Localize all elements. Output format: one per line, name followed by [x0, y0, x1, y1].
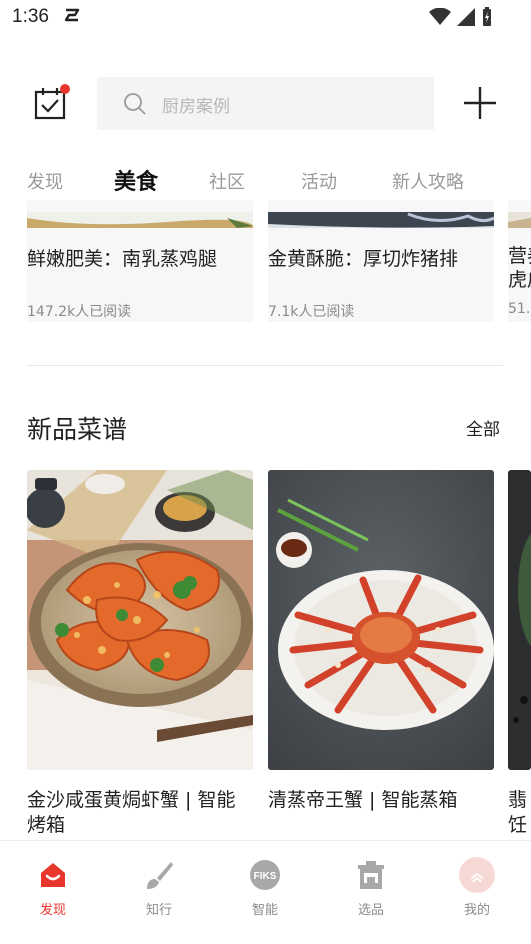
section-divider — [27, 365, 503, 366]
search-icon — [124, 93, 146, 115]
recipe-title: 清蒸帝王蟹 | 智能蒸箱 — [268, 789, 458, 811]
recipe-title: 翡 饪 — [508, 789, 528, 836]
featured-card-reads: 147.2k人已阅读 — [27, 304, 132, 320]
plus-icon — [464, 87, 496, 119]
calendar-check-icon — [34, 84, 70, 120]
wifi-icon — [429, 8, 451, 25]
recipe-card[interactable]: 金沙咸蛋黄焗虾蟹 | 智能烤箱 — [27, 470, 253, 840]
nav-label: 我的 — [463, 903, 490, 918]
nav-label: 智能 — [251, 903, 278, 918]
tab-newbie-guide[interactable]: 新人攻略 — [392, 168, 464, 194]
nav-item-shop[interactable]: 选品 — [331, 855, 411, 925]
nav-item-smart[interactable]: FIKS 智能 — [225, 855, 305, 925]
shop-icon — [358, 861, 384, 889]
status-time: 1:36 — [12, 6, 49, 27]
nav-label: 知行 — [145, 903, 172, 918]
featured-card[interactable]: 营养 虎皮 51.7 — [508, 200, 531, 322]
featured-card-title: 金黄酥脆：厚切炸猪排 — [268, 248, 459, 270]
nav-item-profile[interactable]: 我的 — [437, 855, 517, 925]
status-bar: 1:36 — [0, 0, 531, 36]
recipe-card[interactable]: 翡 饪 — [508, 470, 531, 840]
avatar-icon — [459, 857, 495, 893]
search-input[interactable]: 厨房案例 — [97, 77, 434, 130]
featured-card[interactable]: 金黄酥脆：厚切炸猪排 7.1k人已阅读 — [268, 200, 494, 322]
recipe-image — [508, 470, 531, 770]
featured-card-image — [27, 212, 253, 228]
featured-card-reads: 7.1k人已阅读 — [268, 304, 355, 320]
recipe-title: 金沙咸蛋黄焗虾蟹 | 智能烤箱 — [27, 789, 236, 836]
nav-item-knowledge[interactable]: 知行 — [119, 855, 199, 925]
brush-icon — [147, 862, 173, 889]
search-placeholder: 厨房案例 — [162, 97, 230, 117]
app-notification-icon — [64, 8, 80, 22]
recipe-image — [27, 470, 253, 770]
tab-activity[interactable]: 活动 — [301, 168, 337, 194]
featured-card-image — [268, 212, 494, 228]
featured-card-title: 鲜嫩肥美：南乳蒸鸡腿 — [27, 248, 218, 270]
featured-card-title: 营养 虎皮 — [508, 245, 531, 291]
signal-icon — [457, 8, 475, 26]
checkin-calendar-button[interactable] — [32, 84, 70, 122]
fiks-icon: FIKS — [250, 860, 280, 890]
nav-item-discover[interactable]: 发现 — [13, 855, 93, 925]
tab-food[interactable]: 美食 — [114, 164, 158, 196]
status-icons — [429, 7, 493, 27]
featured-card-reads: 51.7 — [508, 301, 531, 317]
nav-label: 发现 — [39, 903, 66, 918]
svg-text:FIKS: FIKS — [254, 871, 277, 882]
add-button[interactable] — [463, 86, 497, 120]
tab-discover[interactable]: 发现 — [27, 168, 63, 194]
home-icon — [41, 863, 65, 887]
tab-community[interactable]: 社区 — [209, 168, 245, 194]
view-all-link[interactable]: 全部 — [466, 415, 500, 440]
recipe-image — [268, 470, 494, 770]
battery-icon — [483, 7, 491, 26]
featured-card[interactable]: 鲜嫩肥美：南乳蒸鸡腿 147.2k人已阅读 — [27, 200, 253, 322]
section-title: 新品菜谱 — [27, 415, 128, 444]
bottom-navigation: 发现 知行 FIKS 智能 选品 我的 — [0, 840, 531, 944]
nav-label: 选品 — [357, 903, 384, 918]
category-tabs: 发现 美食 社区 活动 新人攻略 — [0, 160, 531, 200]
recipe-card[interactable]: 清蒸帝王蟹 | 智能蒸箱 — [268, 470, 494, 840]
featured-card-image — [508, 212, 531, 228]
